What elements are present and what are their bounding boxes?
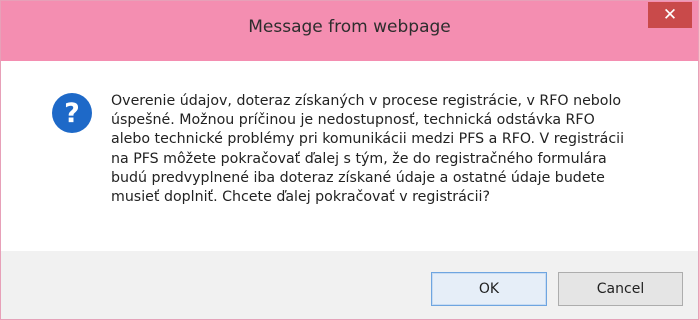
dialog-button-bar: OK Cancel <box>1 251 698 319</box>
message-dialog: Message from webpage ✕ ? Overenie údajov… <box>0 0 699 320</box>
ok-button[interactable]: OK <box>431 272 547 306</box>
close-icon: ✕ <box>662 4 678 25</box>
dialog-title: Message from webpage <box>248 17 451 37</box>
message-line: Overenie údajov, doteraz získaných v pro… <box>111 93 622 109</box>
message-line: budú predvyplnené iba doteraz získané úd… <box>111 169 605 186</box>
cancel-button[interactable]: Cancel <box>558 272 683 306</box>
question-icon-glyph: ? <box>64 97 80 129</box>
dialog-body: ? Overenie údajov, doteraz získaných v p… <box>1 61 698 251</box>
message-line: úspešné. Možnou príčinou je nedostupnosť… <box>111 112 595 129</box>
message-line: alebo technické problémy pri komunikácii… <box>111 131 625 148</box>
dialog-message: Overenie údajov, doteraz získaných v pro… <box>111 92 671 207</box>
message-line: musieť doplniť. Chcete ďalej pokračovať … <box>111 189 491 206</box>
dialog-titlebar[interactable]: Message from webpage ✕ <box>1 1 698 61</box>
close-button[interactable]: ✕ <box>648 2 692 28</box>
message-line: na PFS môžete pokračovať ďalej s tým, že… <box>111 150 607 167</box>
question-icon: ? <box>52 93 92 133</box>
